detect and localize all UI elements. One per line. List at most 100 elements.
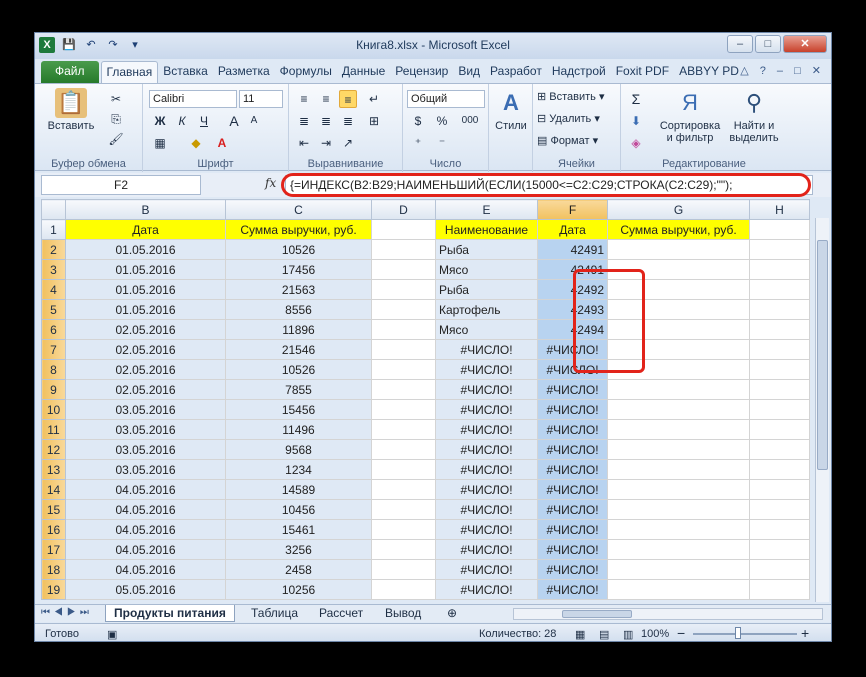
- cell-g[interactable]: [607, 519, 750, 540]
- cell-d[interactable]: [371, 279, 436, 300]
- cell-g[interactable]: [607, 499, 750, 520]
- font-size-select[interactable]: 11: [239, 90, 283, 108]
- align-top-icon[interactable]: ≡: [295, 90, 313, 108]
- format-painter-icon[interactable]: 🖌: [107, 130, 125, 148]
- paste-button[interactable]: 📋 Вставить: [41, 88, 101, 132]
- increase-decimal-icon[interactable]: ⁺: [409, 134, 427, 152]
- cell-f[interactable]: #ЧИСЛО!: [537, 479, 608, 500]
- cell-f[interactable]: #ЧИСЛО!: [537, 439, 608, 460]
- cell-e[interactable]: #ЧИСЛО!: [435, 419, 538, 440]
- cell-e[interactable]: Картофель: [435, 299, 538, 320]
- cell-c[interactable]: 1234: [225, 459, 372, 480]
- cell-f[interactable]: 42493: [537, 299, 608, 320]
- cell-e[interactable]: #ЧИСЛО!: [435, 339, 538, 360]
- cell-b[interactable]: 01.05.2016: [65, 299, 226, 320]
- cell-f[interactable]: #ЧИСЛО!: [537, 539, 608, 560]
- cell-c[interactable]: 11496: [225, 419, 372, 440]
- maximize-button[interactable]: □: [755, 35, 781, 53]
- cell-h[interactable]: [749, 459, 810, 480]
- cell-d[interactable]: [371, 479, 436, 500]
- new-sheet-icon[interactable]: ⊕: [439, 605, 465, 622]
- cell-g[interactable]: [607, 439, 750, 460]
- cell-d[interactable]: [371, 299, 436, 320]
- cell-h[interactable]: [749, 339, 810, 360]
- orientation-icon[interactable]: ↗: [339, 134, 357, 152]
- row-header[interactable]: 3: [41, 259, 66, 280]
- cell-b[interactable]: 03.05.2016: [65, 419, 226, 440]
- grow-font-button[interactable]: A: [225, 112, 243, 130]
- cell-d[interactable]: [371, 419, 436, 440]
- cell-g[interactable]: [607, 419, 750, 440]
- cell-e1[interactable]: Наименование: [435, 219, 538, 240]
- cell-h[interactable]: [749, 259, 810, 280]
- cell-c[interactable]: 21546: [225, 339, 372, 360]
- cell-e[interactable]: #ЧИСЛО!: [435, 359, 538, 380]
- cell-g[interactable]: [607, 379, 750, 400]
- align-left-icon[interactable]: ≣: [295, 112, 313, 130]
- column-header-c[interactable]: C: [225, 199, 372, 220]
- row-header[interactable]: 17: [41, 539, 66, 560]
- format-cells-button[interactable]: ▤ Формат ▾: [537, 134, 598, 147]
- normal-view-icon[interactable]: ▦: [575, 628, 585, 641]
- cell-d[interactable]: [371, 519, 436, 540]
- cell-c[interactable]: 15456: [225, 399, 372, 420]
- cell-g[interactable]: [607, 339, 750, 360]
- cell-d[interactable]: [371, 339, 436, 360]
- tab-foxit[interactable]: Foxit PDF: [611, 61, 674, 83]
- column-header-f[interactable]: F: [537, 199, 608, 220]
- cell-d[interactable]: [371, 359, 436, 380]
- cell-h1[interactable]: [749, 219, 810, 240]
- cell-e[interactable]: #ЧИСЛО!: [435, 559, 538, 580]
- cell-c[interactable]: 10526: [225, 239, 372, 260]
- column-header-d[interactable]: D: [371, 199, 436, 220]
- cell-f[interactable]: #ЧИСЛО!: [537, 359, 608, 380]
- cell-h[interactable]: [749, 499, 810, 520]
- cell-c[interactable]: 11896: [225, 319, 372, 340]
- cell-c1[interactable]: Сумма выручки, руб.: [225, 219, 372, 240]
- cell-f[interactable]: #ЧИСЛО!: [537, 419, 608, 440]
- cell-g1[interactable]: Сумма выручки, руб.: [607, 219, 750, 240]
- cell-e[interactable]: Мясо: [435, 319, 538, 340]
- cell-c[interactable]: 7855: [225, 379, 372, 400]
- cell-f[interactable]: #ЧИСЛО!: [537, 339, 608, 360]
- row-header[interactable]: 16: [41, 519, 66, 540]
- tab-formulas[interactable]: Формулы: [275, 61, 337, 83]
- cell-g[interactable]: [607, 539, 750, 560]
- copy-icon[interactable]: ⎘: [107, 110, 125, 128]
- percent-button[interactable]: %: [433, 112, 451, 130]
- align-bottom-icon[interactable]: ≡: [339, 90, 357, 108]
- cell-g[interactable]: [607, 459, 750, 480]
- cell-b[interactable]: 03.05.2016: [65, 439, 226, 460]
- row-header[interactable]: 12: [41, 439, 66, 460]
- cell-f[interactable]: #ЧИСЛО!: [537, 579, 608, 600]
- cut-icon[interactable]: ✂: [107, 90, 125, 108]
- cell-d1[interactable]: [371, 219, 436, 240]
- cell-d[interactable]: [371, 579, 436, 600]
- italic-button[interactable]: К: [173, 112, 191, 130]
- zoom-out-button[interactable]: −: [677, 625, 685, 641]
- row-header[interactable]: 8: [41, 359, 66, 380]
- tab-addins[interactable]: Надстрой: [547, 61, 611, 83]
- cell-c[interactable]: 21563: [225, 279, 372, 300]
- merge-cells-icon[interactable]: ⊞: [365, 112, 383, 130]
- cell-h[interactable]: [749, 399, 810, 420]
- tab-abbyy[interactable]: ABBYY PD: [674, 61, 744, 83]
- cell-d[interactable]: [371, 539, 436, 560]
- cell-f[interactable]: 42494: [537, 319, 608, 340]
- cell-g[interactable]: [607, 239, 750, 260]
- cell-f[interactable]: #ЧИСЛО!: [537, 399, 608, 420]
- decrease-indent-icon[interactable]: ⇤: [295, 134, 313, 152]
- cell-b[interactable]: 03.05.2016: [65, 459, 226, 480]
- cell-e[interactable]: #ЧИСЛО!: [435, 519, 538, 540]
- number-format-select[interactable]: Общий: [407, 90, 485, 108]
- row-header[interactable]: 11: [41, 419, 66, 440]
- select-all-corner[interactable]: [41, 199, 66, 220]
- cell-b[interactable]: 02.05.2016: [65, 339, 226, 360]
- tab-home[interactable]: Главная: [100, 61, 159, 83]
- row-header[interactable]: 13: [41, 459, 66, 480]
- cell-b[interactable]: 02.05.2016: [65, 319, 226, 340]
- horizontal-scrollbar[interactable]: [513, 608, 823, 620]
- row-header[interactable]: 6: [41, 319, 66, 340]
- sheet-tab-output[interactable]: Вывод: [377, 605, 429, 622]
- row-header[interactable]: 9: [41, 379, 66, 400]
